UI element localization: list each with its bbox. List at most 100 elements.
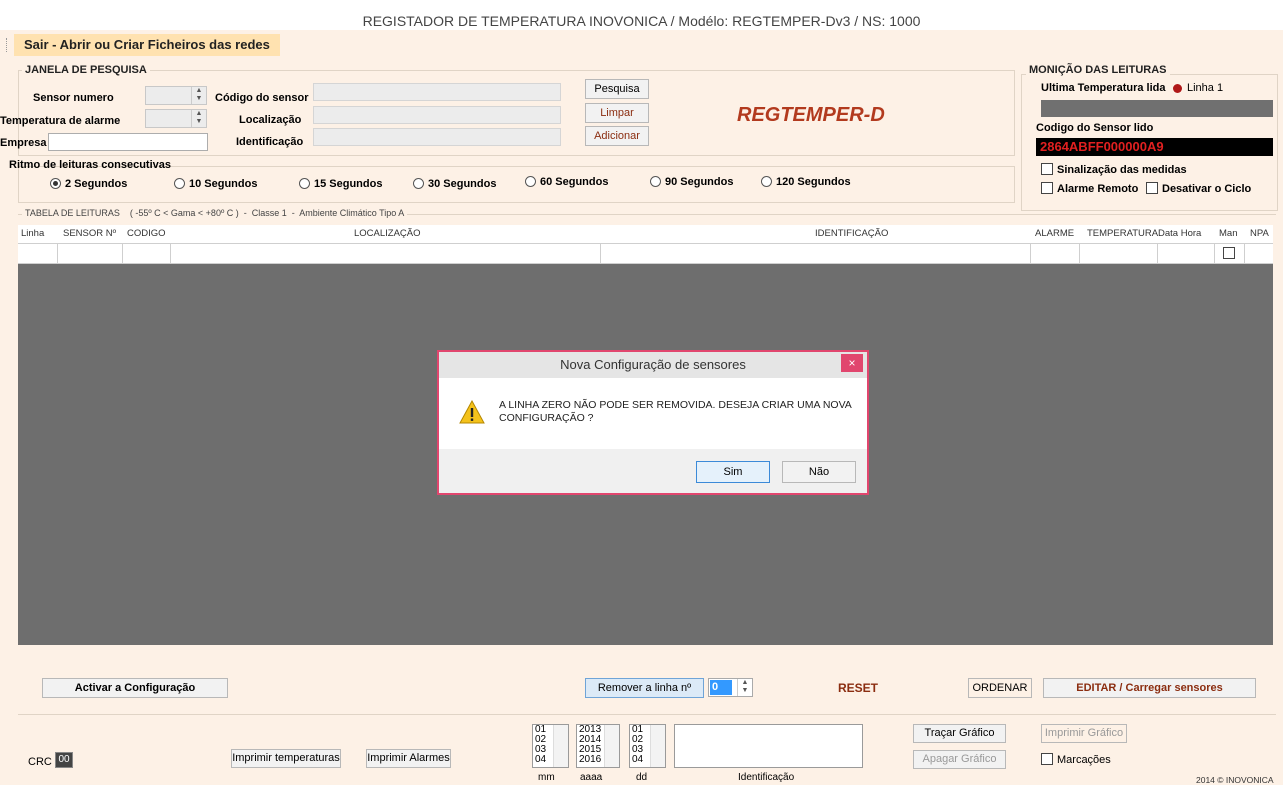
pesquisa-button[interactable]: Pesquisa <box>585 79 649 99</box>
radio-label: 2 Segundos <box>65 178 128 190</box>
no-button[interactable]: Não <box>782 461 856 483</box>
dd-listbox[interactable]: 01 02 03 04 <box>629 724 666 768</box>
identificacao-input[interactable] <box>313 128 561 146</box>
checkbox-box[interactable] <box>1041 182 1053 194</box>
identificacao-label: Identificação <box>236 136 304 148</box>
spinner-arrows-icon[interactable]: ▲ ▼ <box>191 87 206 104</box>
remover-linha-value[interactable]: 0 <box>710 680 732 695</box>
empresa-input[interactable] <box>48 133 208 151</box>
radio-label: 30 Segundos <box>428 178 497 190</box>
yes-button[interactable]: Sim <box>696 461 770 483</box>
tracar-grafico-button[interactable]: Traçar Gráfico <box>913 724 1006 743</box>
brand-logo: REGTEMPER-D <box>737 104 885 126</box>
spinner-arrows-icon[interactable]: ▲ ▼ <box>737 679 752 696</box>
temp-alarme-spinner[interactable]: ▲ ▼ <box>145 109 207 128</box>
radio-indicator[interactable] <box>50 178 61 189</box>
localizacao-input[interactable] <box>313 106 561 124</box>
apagar-grafico-button[interactable]: Apagar Gráfico <box>913 750 1006 769</box>
col-alarme[interactable]: ALARME <box>1035 228 1074 239</box>
remover-linha-spinner[interactable]: 0 ▲ ▼ <box>708 678 753 697</box>
adicionar-button[interactable]: Adicionar <box>585 126 649 146</box>
col-localizacao[interactable]: LOCALIZAÇÃO <box>354 228 421 239</box>
codigo-sensor-input[interactable] <box>313 83 561 101</box>
checkbox-box[interactable] <box>1041 753 1053 765</box>
dialog-title: Nova Configuração de sensores <box>439 352 867 378</box>
checkbox-box[interactable] <box>1146 182 1158 194</box>
scrollbar[interactable] <box>650 725 665 767</box>
marcacoes-checkbox[interactable]: Marcações <box>1041 753 1111 766</box>
radio-indicator[interactable] <box>761 176 772 187</box>
radio-60-segundos[interactable]: 60 Segundos <box>525 176 608 188</box>
identificacao-listbox[interactable] <box>674 724 863 768</box>
crc-value: 00 <box>55 752 73 768</box>
col-data-hora[interactable]: Data Hora <box>1158 228 1201 239</box>
ultima-temp-display <box>1041 100 1273 117</box>
radio-2-segundos[interactable]: 2 Segundos <box>50 178 127 190</box>
radio-indicator[interactable] <box>525 176 536 187</box>
radio-10-segundos[interactable]: 10 Segundos <box>174 178 257 190</box>
checkbox-label: Alarme Remoto <box>1057 183 1139 195</box>
man-checkbox[interactable] <box>1223 247 1235 259</box>
dialog-message-line: A LINHA ZERO NÃO PODE SER REMOVIDA. DESE… <box>499 399 852 411</box>
col-identificacao[interactable]: IDENTIFICAÇÃO <box>815 228 888 239</box>
radio-15-segundos[interactable]: 15 Segundos <box>299 178 382 190</box>
confirm-dialog: Nova Configuração de sensores × A LINHA … <box>437 350 869 495</box>
col-sensor[interactable]: SENSOR Nº <box>63 228 116 239</box>
row-divider <box>57 244 58 263</box>
radio-label: 120 Segundos <box>776 176 851 188</box>
imprimir-grafico-button[interactable]: Imprimir Gráfico <box>1041 724 1127 743</box>
rhythm-panel <box>18 166 1015 203</box>
codigo-lido-label: Codigo do Sensor lido <box>1036 122 1154 134</box>
dd-label: dd <box>636 772 648 783</box>
sensor-numero-spinner[interactable]: ▲ ▼ <box>145 86 207 105</box>
checkbox-label: Desativar o Ciclo <box>1162 183 1252 195</box>
mm-listbox[interactable]: 01 02 03 04 <box>532 724 569 768</box>
codigo-lido-display: 2864ABFF000000A9 <box>1036 138 1273 156</box>
scrollbar[interactable] <box>553 725 568 767</box>
dialog-footer: Sim Não <box>439 449 867 493</box>
ultima-temp-label: Ultima Temperatura lida <box>1041 82 1166 94</box>
col-npa[interactable]: NPA <box>1250 228 1269 239</box>
col-temperatura[interactable]: TEMPERATURA <box>1087 228 1158 239</box>
reset-button[interactable]: RESET <box>838 681 878 695</box>
table-row[interactable] <box>18 244 1273 264</box>
radio-indicator[interactable] <box>174 178 185 189</box>
aaaa-listbox[interactable]: 2013 2014 2015 2016 <box>576 724 620 768</box>
imprimir-alarmes-button[interactable]: Imprimir Alarmes <box>366 749 451 768</box>
radio-indicator[interactable] <box>299 178 310 189</box>
window-title: REGISTADOR DE TEMPERATURA INOVONICA / Mo… <box>0 0 1283 30</box>
radio-indicator[interactable] <box>650 176 661 187</box>
limpar-button[interactable]: Limpar <box>585 103 649 123</box>
scrollbar[interactable] <box>604 725 619 767</box>
checkbox-box[interactable] <box>1041 163 1053 175</box>
radio-90-segundos[interactable]: 90 Segundos <box>650 176 733 188</box>
dialog-message-line: CONFIGURAÇÃO ? <box>499 412 594 424</box>
row-divider <box>600 244 601 263</box>
remover-linha-button[interactable]: Remover a linha nº <box>585 678 704 698</box>
row-divider <box>1079 244 1080 263</box>
menu-item-sair[interactable]: Sair - Abrir ou Criar Ficheiros das rede… <box>14 34 280 56</box>
spinner-arrows-icon[interactable]: ▲ ▼ <box>191 110 206 127</box>
radio-30-segundos[interactable]: 30 Segundos <box>413 178 496 190</box>
row-divider <box>1030 244 1031 263</box>
desativar-ciclo-checkbox[interactable]: Desativar o Ciclo <box>1146 182 1251 195</box>
radio-120-segundos[interactable]: 120 Segundos <box>761 176 851 188</box>
sinalizacao-checkbox[interactable]: Sinalização das medidas <box>1041 163 1187 176</box>
activar-configuracao-button[interactable]: Activar a Configuração <box>42 678 228 698</box>
search-panel-legend: JANELA DE PESQUISA <box>22 64 150 76</box>
crc-label: CRC <box>28 756 52 768</box>
identificacao-footer-label: Identificação <box>738 772 795 783</box>
radio-indicator[interactable] <box>413 178 424 189</box>
col-man[interactable]: Man <box>1219 228 1237 239</box>
rhythm-legend: Ritmo de leituras consecutivas <box>9 159 171 171</box>
sensor-numero-label: Sensor numero <box>33 92 114 104</box>
col-codigo[interactable]: CODIGO <box>127 228 166 239</box>
alarme-remoto-checkbox[interactable]: Alarme Remoto <box>1041 182 1138 195</box>
imprimir-temperaturas-button[interactable]: Imprimir temperaturas <box>231 749 341 768</box>
col-linha[interactable]: Linha <box>21 228 44 239</box>
radio-label: 60 Segundos <box>540 176 609 188</box>
editar-carregar-button[interactable]: EDITAR / Carregar sensores <box>1043 678 1256 698</box>
row-divider <box>170 244 171 263</box>
ordenar-button[interactable]: ORDENAR <box>968 678 1032 698</box>
close-icon[interactable]: × <box>841 354 863 372</box>
